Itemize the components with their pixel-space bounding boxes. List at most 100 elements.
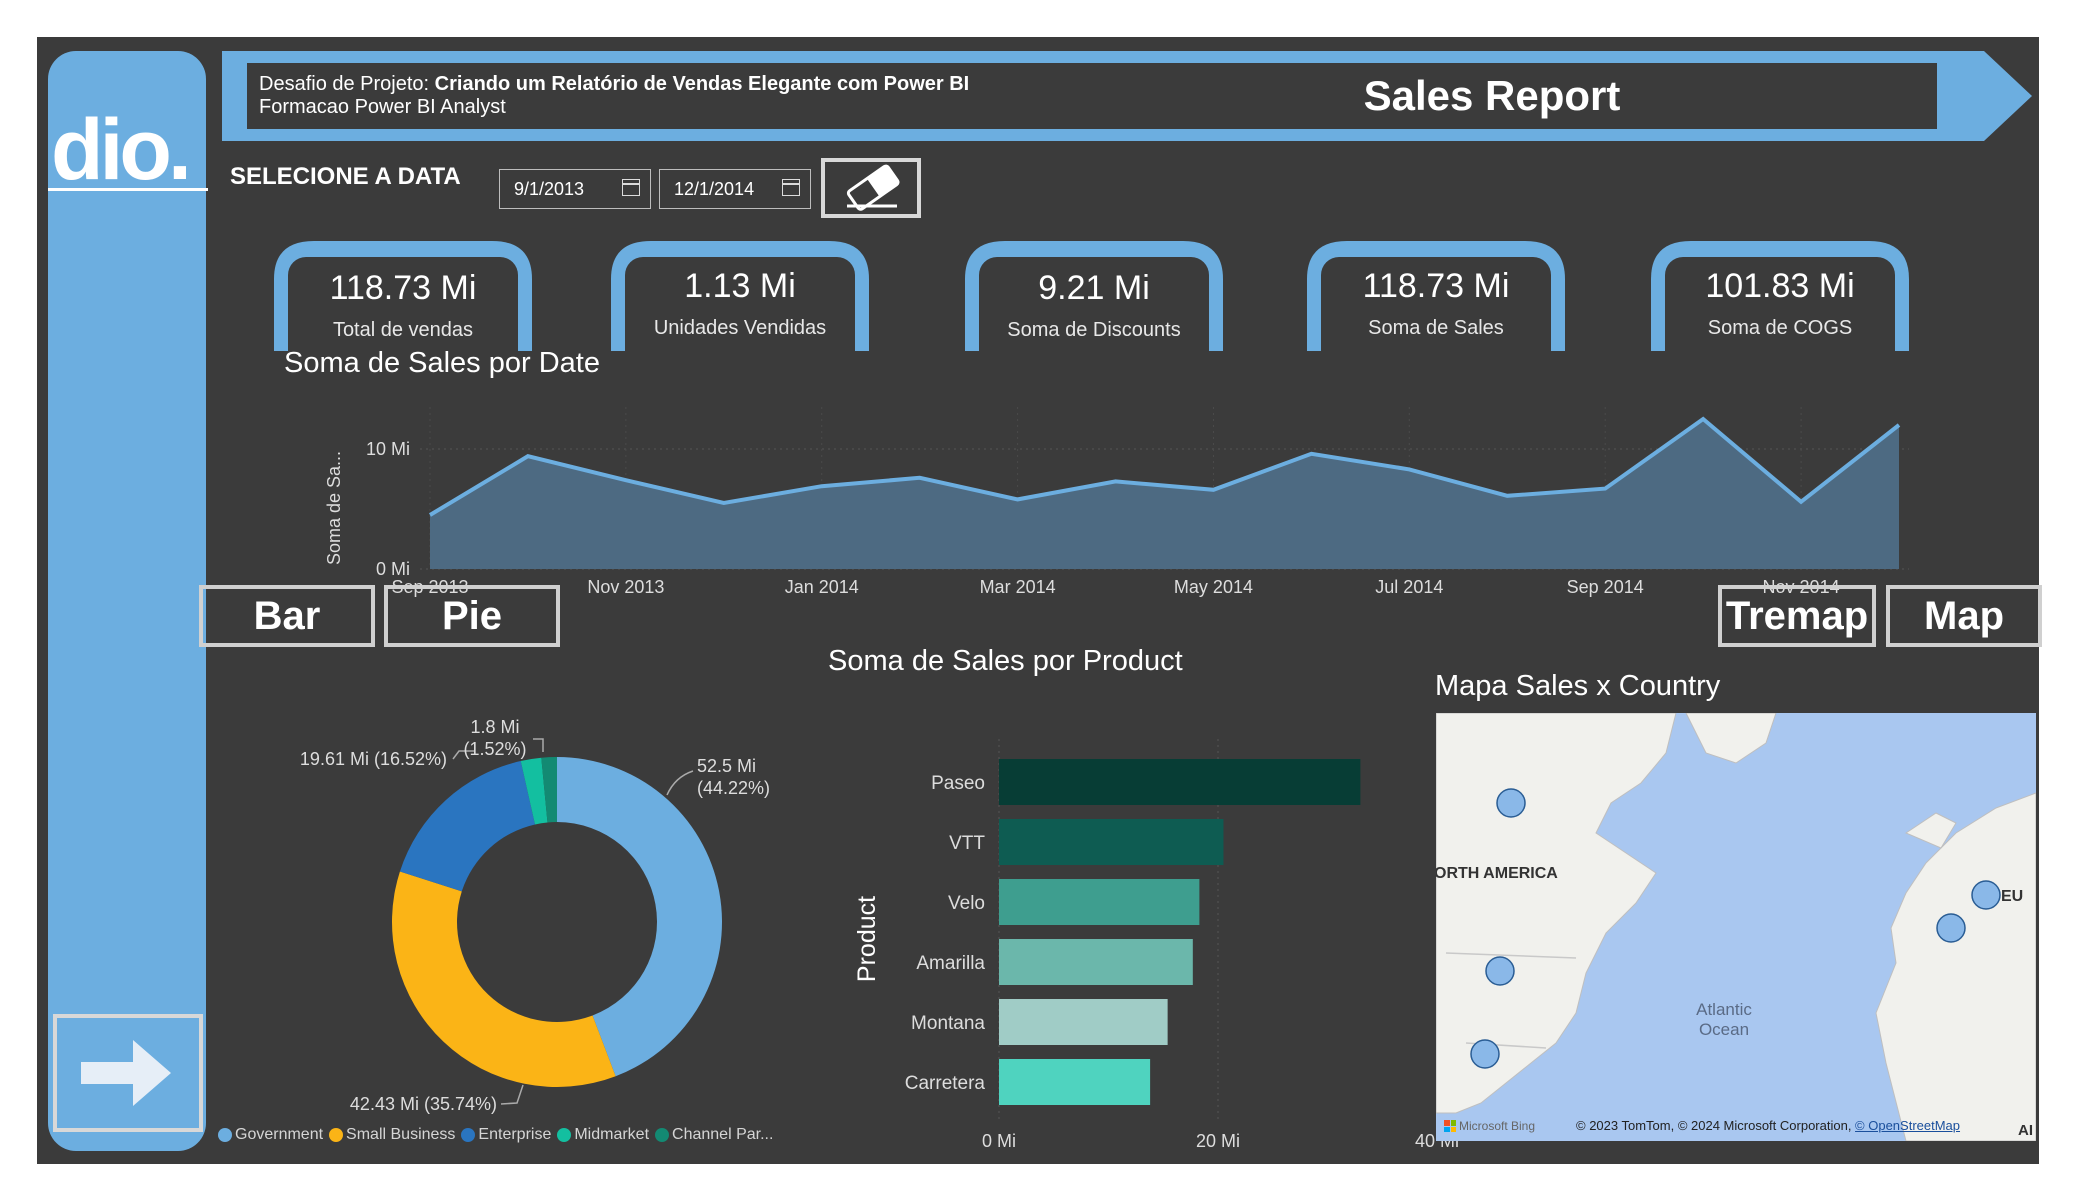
kpi-value: 9.21 Mi xyxy=(1038,269,1150,307)
bar xyxy=(999,939,1193,985)
legend-item[interactable]: Midmarket xyxy=(557,1126,649,1144)
donut-data-label: 42.43 Mi (35.74%) xyxy=(350,1094,497,1114)
sales-by-segment-donut[interactable]: 52.5 Mi(44.22%) 42.43 Mi (35.74%) 19.61 Mi… xyxy=(207,667,847,1117)
bing-label: Microsoft Bing xyxy=(1459,1119,1536,1133)
legend-item[interactable]: Enterprise xyxy=(461,1126,551,1144)
donut-slice xyxy=(392,871,616,1087)
legend-item[interactable]: Small Business xyxy=(329,1126,455,1144)
x-tick-label: Mar 2014 xyxy=(980,577,1056,597)
map-attribution: © 2023 TomTom, © 2024 Microsoft Corporat… xyxy=(1576,1118,1960,1133)
treemap-view-button[interactable]: Tremap xyxy=(1718,585,1876,647)
project-prefix: Desafio de Projeto: xyxy=(259,73,435,95)
map-canvas[interactable]: ORTH AMERICA EU Atlantic Ocean AI xyxy=(1436,713,2036,1141)
kpi-value: 101.83 Mi xyxy=(1705,267,1855,305)
category-label: Amarilla xyxy=(916,953,985,974)
donut-data-label: 1.8 Mi xyxy=(470,717,519,737)
legend-item[interactable]: Government xyxy=(218,1126,323,1144)
sales-by-product-chart[interactable]: Paseo VTT Velo Amarilla Montana Carretera 0 Mi… xyxy=(827,697,1487,1157)
y-axis-label: Soma de Sa... xyxy=(324,451,344,565)
project-title: Desafio de Projeto: Criando um Relatório… xyxy=(247,63,1059,129)
x-tick-label: 20 Mi xyxy=(1196,1131,1240,1151)
calendar-icon[interactable] xyxy=(622,179,640,196)
map-marker-mexico xyxy=(1470,1039,1500,1069)
legend-label: Channel Par... xyxy=(672,1126,774,1143)
x-tick-label: 0 Mi xyxy=(982,1131,1016,1151)
clear-filter-button[interactable] xyxy=(821,158,921,218)
x-tick-label: Jan 2014 xyxy=(785,577,859,597)
kpi-value: 1.13 Mi xyxy=(684,267,796,305)
dio-logo: dio. xyxy=(51,102,192,198)
map-marker-canada xyxy=(1496,788,1526,818)
kpi-label: Soma de Sales xyxy=(1368,317,1504,339)
bing-attribution: Microsoft Bing xyxy=(1444,1119,1535,1133)
map-marker-france xyxy=(1936,913,1966,943)
category-label: Montana xyxy=(911,1013,985,1034)
legend-label: Small Business xyxy=(346,1126,456,1143)
map-view-button[interactable]: Map xyxy=(1886,585,2042,647)
eraser-icon xyxy=(846,164,900,211)
openstreetmap-link[interactable]: © OpenStreetMap xyxy=(1855,1118,1960,1133)
bar xyxy=(999,879,1200,925)
legend-label: Midmarket xyxy=(574,1126,650,1143)
map-label-north-america: ORTH AMERICA xyxy=(1436,865,1558,882)
leader-line xyxy=(500,1084,524,1105)
category-label: Carretera xyxy=(905,1073,986,1094)
logo-divider xyxy=(48,188,208,191)
sales-by-date-chart[interactable]: 0 Mi10 MiSoma de Sa...Sep 2013 Nov 2013 Ja… xyxy=(267,397,1937,607)
report-title: Sales Report xyxy=(1047,63,1937,129)
sidebar xyxy=(48,51,206,1151)
legend-dot xyxy=(655,1128,670,1142)
y-tick-label: 10 Mi xyxy=(366,439,410,459)
x-axis-label: Soma de Sales xyxy=(1133,1153,1303,1157)
kpi-total-vendas: 118.73 Mi Total de vendas xyxy=(274,239,532,351)
microsoft-logo-icon xyxy=(1444,1120,1456,1132)
legend-item[interactable]: Channel Par... xyxy=(655,1126,773,1144)
kpi-value: 118.73 Mi xyxy=(1362,267,1510,305)
date-filter-label: SELECIONE A DATA xyxy=(230,163,461,190)
legend-label: Enterprise xyxy=(478,1126,552,1143)
next-page-button[interactable] xyxy=(53,1014,203,1132)
leader-line xyxy=(533,738,544,752)
legend-dot xyxy=(557,1128,572,1142)
area-chart-title: Soma de Sales por Date xyxy=(284,347,600,379)
donut-data-label: (1.52%) xyxy=(463,739,526,759)
bar xyxy=(999,819,1224,865)
course-name: Formacao Power BI Analyst xyxy=(259,96,506,118)
kpi-label: Soma de Discounts xyxy=(1007,319,1181,341)
donut-data-label: (44.22%) xyxy=(697,778,770,798)
start-date-input[interactable]: 9/1/2013 xyxy=(499,169,651,209)
kpi-soma-discounts: 9.21 Mi Soma de Discounts xyxy=(965,239,1223,351)
donut-legend: Government Small Business Enterprise Midmar… xyxy=(218,1126,773,1144)
map-attribution-text: © 2023 TomTom, © 2024 Microsoft Corporat… xyxy=(1576,1118,1856,1133)
calendar-icon[interactable] xyxy=(782,179,800,196)
arrow-right-icon xyxy=(81,1040,171,1106)
legend-dot xyxy=(329,1128,344,1142)
kpi-soma-sales: 118.73 Mi Soma de Sales xyxy=(1307,239,1565,351)
map-marker-germany xyxy=(1971,880,2001,910)
leader-line xyxy=(666,770,694,796)
report-canvas: dio. Desafio de Projeto: Criando um Rela… xyxy=(37,37,2042,1164)
sales-country-map[interactable]: ORTH AMERICA EU Atlantic Ocean AI Micros… xyxy=(1436,713,2036,1141)
donut-data-label: 19.61 Mi (16.52%) xyxy=(300,749,447,769)
pie-view-button[interactable]: Pie xyxy=(384,585,560,647)
legend-dot xyxy=(218,1128,232,1142)
end-date-value: 12/1/2014 xyxy=(674,179,755,199)
map-marker-usa xyxy=(1485,956,1515,986)
bar xyxy=(999,759,1361,805)
donut-slice xyxy=(399,761,536,892)
map-label-corner: AI xyxy=(2018,1122,2033,1139)
y-axis-label: Product xyxy=(853,896,881,982)
category-label: Paseo xyxy=(931,773,985,794)
map-label-ocean-2: Ocean xyxy=(1699,1020,1749,1039)
legend-label: Government xyxy=(235,1126,324,1143)
category-label: VTT xyxy=(949,833,985,854)
x-tick-label: Nov 2013 xyxy=(587,577,664,597)
end-date-input[interactable]: 12/1/2014 xyxy=(659,169,811,209)
legend-dot xyxy=(461,1128,476,1142)
kpi-unidades-vendidas: 1.13 Mi Unidades Vendidas xyxy=(611,239,869,351)
bar-view-button[interactable]: Bar xyxy=(199,585,375,647)
bar xyxy=(999,999,1168,1045)
y-tick-label: 0 Mi xyxy=(376,559,410,579)
kpi-label: Soma de COGS xyxy=(1707,317,1853,339)
map-label-europe: EU xyxy=(2001,888,2023,905)
